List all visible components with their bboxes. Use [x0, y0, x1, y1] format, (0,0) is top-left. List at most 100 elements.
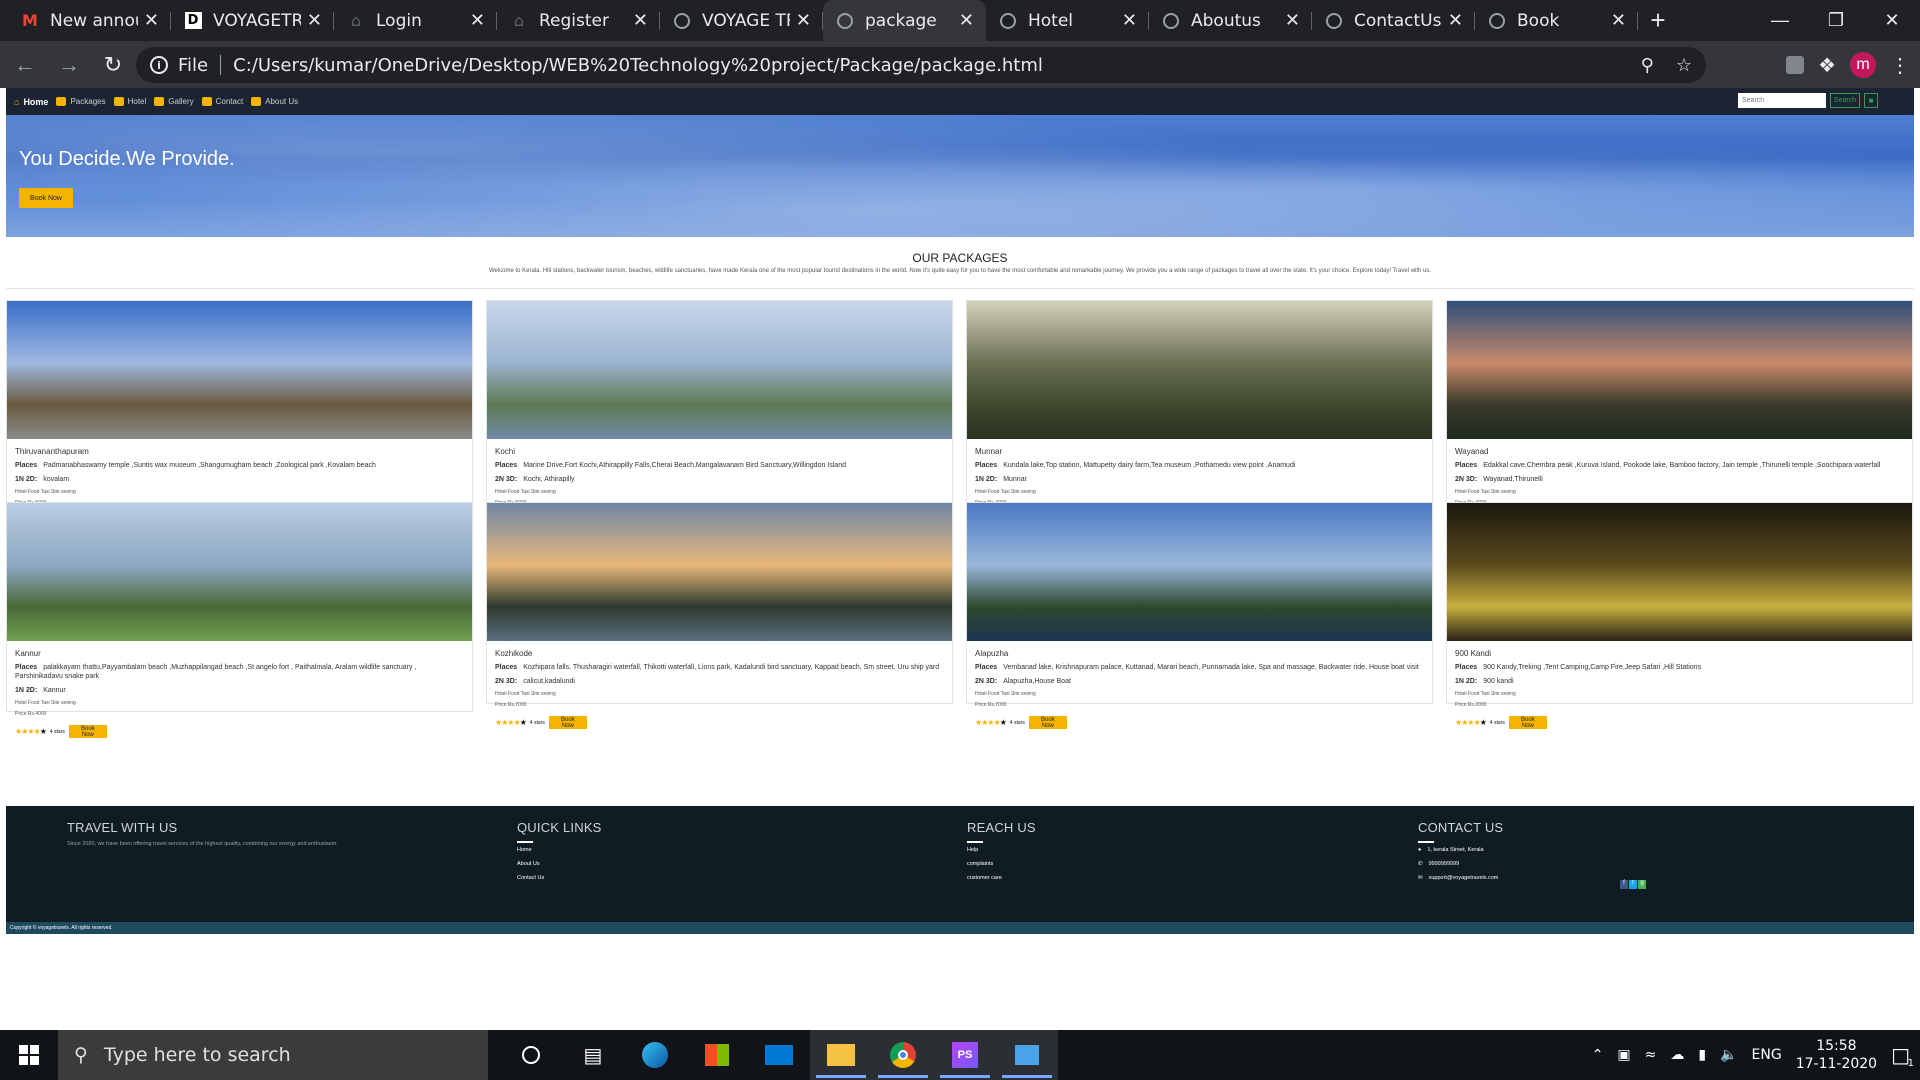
package-card: Kochi Places Marine Drive,Fort Kochi,Athir…	[486, 300, 953, 532]
book-now-button[interactable]: Book Now	[548, 716, 587, 729]
task-view-icon[interactable]: ▤	[562, 1030, 624, 1080]
book-now-button[interactable]: Book Now	[1028, 716, 1067, 729]
footer-travel-title: TRAVEL WITH US	[67, 820, 178, 835]
nav-hotel[interactable]: Hotel	[113, 97, 146, 106]
wifi-icon[interactable]: ≈	[1645, 1047, 1657, 1063]
footer-link[interactable]: complaints	[967, 861, 1036, 867]
close-window-button[interactable]: ✕	[1864, 0, 1920, 41]
start-button[interactable]	[0, 1030, 58, 1080]
nav-contact[interactable]: Contact	[201, 97, 243, 106]
places-text: Marine Drive,Fort Kochi,Athirappilly Fal…	[523, 462, 846, 469]
browser-tab[interactable]: M New announ ✕	[8, 0, 171, 41]
clock[interactable]: 15:58 17-11-2020	[1796, 1037, 1877, 1073]
puzzle-icon[interactable]: ❖	[1818, 53, 1836, 78]
map-pin-icon: ●	[1418, 847, 1422, 853]
footer-travel: TRAVEL WITH US Since 2020, we have been …	[67, 820, 338, 847]
browser-tab[interactable]: VOYAGE TRA ✕	[660, 0, 823, 41]
notification-icon[interactable]: □ 1	[1891, 1043, 1914, 1069]
site-footer: TRAVEL WITH US Since 2020, we have been …	[6, 806, 1914, 922]
browser-tab[interactable]: ⌂ Login ✕	[334, 0, 497, 41]
back-button[interactable]: ←	[6, 46, 44, 84]
footer-link[interactable]: Home	[517, 847, 602, 853]
minimize-button[interactable]: —	[1752, 0, 1808, 41]
network-icon[interactable]: ☁	[1670, 1047, 1684, 1063]
tab-separator	[1637, 12, 1638, 30]
hero-banner: You Decide.We Provide. Book Now	[6, 115, 1914, 237]
close-tab-icon[interactable]: ✕	[633, 10, 648, 31]
globe-icon	[1487, 11, 1507, 31]
hero-book-button[interactable]: Book Now	[19, 188, 73, 208]
forward-button[interactable]: →	[50, 46, 88, 84]
menu-kebab-icon[interactable]: ⋮	[1890, 53, 1910, 78]
close-tab-icon[interactable]: ✕	[144, 10, 159, 31]
zoom-icon[interactable]: ⚲	[1641, 55, 1654, 76]
browser-tab[interactable]: ContactUs ✕	[1312, 0, 1475, 41]
close-tab-icon[interactable]: ✕	[796, 10, 811, 31]
footer-link[interactable]: Contact Us	[517, 875, 602, 881]
edge-icon[interactable]	[624, 1030, 686, 1080]
twitter-icon[interactable]: t	[1629, 880, 1637, 889]
nav-home[interactable]: ⌂ Home	[14, 97, 48, 107]
footer-email[interactable]: ✉ support@voyagetravels.com	[1418, 875, 1503, 881]
control-panel-icon[interactable]	[996, 1030, 1058, 1080]
close-tab-icon[interactable]: ✕	[1448, 10, 1463, 31]
battery-icon[interactable]: ▮	[1698, 1047, 1706, 1063]
volume-icon[interactable]: 🔈	[1720, 1047, 1737, 1063]
contact-icon	[201, 97, 212, 106]
store-icon[interactable]	[686, 1030, 748, 1080]
browser-tab[interactable]: Hotel ✕	[986, 0, 1149, 41]
taskbar-search[interactable]: ⚲ Type here to search	[58, 1030, 488, 1080]
browser-tab[interactable]: Aboutus ✕	[1149, 0, 1312, 41]
nav-gallery[interactable]: Gallery	[154, 97, 194, 106]
lock-icon[interactable]: ■	[1864, 93, 1878, 108]
google-plus-icon[interactable]: g	[1638, 880, 1646, 889]
info-icon[interactable]: i	[150, 56, 168, 74]
language-indicator[interactable]: ENG	[1752, 1047, 1782, 1063]
site-search-input[interactable]	[1738, 93, 1826, 108]
bookmark-star-icon[interactable]: ☆	[1676, 55, 1692, 76]
close-tab-icon[interactable]: ✕	[307, 10, 322, 31]
reload-button[interactable]: ↻	[94, 46, 132, 84]
footer-link[interactable]: Help	[967, 847, 1036, 853]
close-tab-icon[interactable]: ✕	[470, 10, 485, 31]
chevron-up-icon[interactable]: ⌃	[1592, 1047, 1604, 1063]
browser-tab[interactable]: package ✕	[823, 0, 986, 41]
browser-tab[interactable]: Book ✕	[1475, 0, 1638, 41]
places-text: Padmanabhaswamy temple ,Suntis wax museu…	[43, 462, 376, 469]
maximize-button[interactable]: ❐	[1808, 0, 1864, 41]
omnibox-actions: ⚲ ☆	[1641, 55, 1692, 76]
footer-link[interactable]: About Us	[517, 861, 602, 867]
package-places: Places 900 Kandy,Treking ,Tent Camping,Ca…	[1455, 663, 1904, 672]
places-label: Places	[975, 664, 998, 671]
book-now-button[interactable]: Book Now	[68, 725, 107, 738]
site-search-button[interactable]: Search	[1830, 93, 1860, 108]
address-bar[interactable]: i File C:/Users/kumar/OneDrive/Desktop/W…	[136, 47, 1706, 83]
device-icon[interactable]: ▣	[1617, 1047, 1630, 1063]
close-tab-icon[interactable]: ✕	[959, 10, 974, 31]
new-tab-button[interactable]: +	[1638, 0, 1678, 41]
browser-tab[interactable]: ⌂ Register ✕	[497, 0, 660, 41]
extension-icon[interactable]	[1786, 56, 1805, 74]
home-icon: ⌂	[14, 96, 20, 107]
package-image	[1447, 301, 1912, 439]
close-tab-icon[interactable]: ✕	[1122, 10, 1137, 31]
globe-icon	[998, 11, 1018, 31]
facebook-icon[interactable]: f	[1620, 880, 1628, 889]
cortana-icon[interactable]	[500, 1030, 562, 1080]
chrome-icon[interactable]	[872, 1030, 934, 1080]
nav-about[interactable]: About Us	[251, 97, 298, 106]
avatar[interactable]: m	[1850, 52, 1876, 78]
mail-icon[interactable]	[748, 1030, 810, 1080]
tab-title: Aboutus	[1191, 10, 1261, 31]
close-tab-icon[interactable]: ✕	[1285, 10, 1300, 31]
browser-tab[interactable]: D VOYAGETRA ✕	[171, 0, 334, 41]
close-tab-icon[interactable]: ✕	[1611, 10, 1626, 31]
file-explorer-icon[interactable]	[810, 1030, 872, 1080]
phpstorm-icon[interactable]: PS	[934, 1030, 996, 1080]
book-now-button[interactable]: Book Now	[1508, 716, 1547, 729]
url-text[interactable]: C:/Users/kumar/OneDrive/Desktop/WEB%20Te…	[233, 55, 1043, 76]
package-price: Price:Rs.2000	[1455, 702, 1487, 708]
footer-link[interactable]: customer care	[967, 875, 1036, 881]
nav-packages[interactable]: Packages	[56, 97, 106, 106]
package-price: Price:Rs.7000	[975, 702, 1007, 708]
